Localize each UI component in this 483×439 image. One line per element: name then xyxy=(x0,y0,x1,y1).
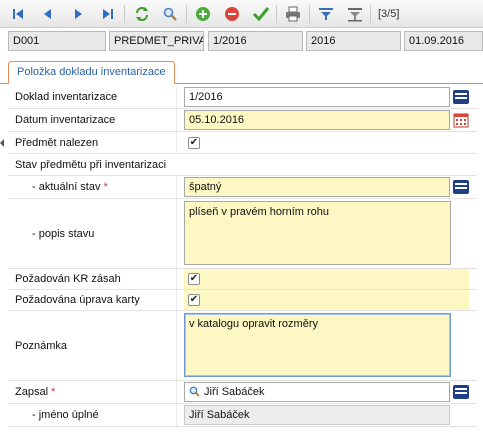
jmeno-uplne-field: Jiří Sabáček xyxy=(184,405,450,425)
print-icon[interactable] xyxy=(283,4,303,24)
label-nalezen: Předmět nalezen xyxy=(15,137,99,149)
doklad-field[interactable]: 1/2016 xyxy=(184,87,450,107)
label-kr-zasah: Požadován KR zásah xyxy=(15,273,121,285)
confirm-icon[interactable] xyxy=(251,4,271,24)
column-divider xyxy=(176,109,177,131)
info-date: 01.09.2016 xyxy=(404,31,483,51)
label-jmeno-uplne: - jméno úplné xyxy=(32,409,99,421)
required-mark: * xyxy=(103,181,108,193)
poznamka-textarea[interactable]: v katalogu opravit rozměry xyxy=(184,313,451,377)
row-section-title: Stav předmětu při inventarizaci xyxy=(8,154,477,176)
toolbar-separator xyxy=(370,5,371,23)
lookup-list-icon[interactable] xyxy=(452,178,470,196)
label-popis-stavu: - popis stavu xyxy=(32,228,95,240)
info-subject: PREDMET_PRIVA xyxy=(109,31,204,51)
lookup-list-icon[interactable] xyxy=(452,383,470,401)
previous-record-icon[interactable] xyxy=(38,4,58,24)
row-nalezen: Předmět nalezen ✔ xyxy=(8,132,477,154)
info-code: D001 xyxy=(8,31,106,51)
delete-icon[interactable] xyxy=(222,4,242,24)
label-zapsal: Zapsal * xyxy=(15,386,55,398)
column-divider xyxy=(176,290,177,310)
toolbar-separator xyxy=(309,5,310,23)
column-divider xyxy=(176,404,177,426)
uprava-karty-checkbox[interactable]: ✔ xyxy=(188,294,200,306)
required-band xyxy=(184,290,469,310)
tab-strip: Položka dokladu inventarizace xyxy=(0,58,483,84)
label-uprava-karty: Požadována úprava karty xyxy=(15,294,140,306)
search-icon xyxy=(189,385,200,401)
required-band xyxy=(184,269,469,289)
lookup-list-icon[interactable] xyxy=(452,88,470,106)
required-mark: * xyxy=(51,386,56,398)
next-record-icon[interactable] xyxy=(68,4,88,24)
row-zapsal: Zapsal * Jiří Sabáček xyxy=(8,381,477,404)
search-icon[interactable] xyxy=(160,4,180,24)
record-position: [3/5] xyxy=(378,8,400,20)
filter-clear-icon[interactable] xyxy=(345,4,365,24)
last-record-icon[interactable] xyxy=(98,4,118,24)
column-divider xyxy=(176,311,177,380)
column-divider xyxy=(176,132,177,153)
column-divider xyxy=(176,86,177,108)
label-datum: Datum inventarizace xyxy=(15,114,116,126)
calendar-icon[interactable] xyxy=(452,111,470,129)
aktualni-stav-field[interactable]: špatný xyxy=(184,177,450,197)
info-document: 1/2016 xyxy=(208,31,303,51)
row-aktualni-stav: - aktuální stav * špatný xyxy=(8,176,477,199)
label-doklad: Doklad inventarizace xyxy=(15,91,118,103)
info-year: 2016 xyxy=(306,31,401,51)
side-collapse-icon[interactable] xyxy=(0,138,4,147)
row-doklad: Doklad inventarizace 1/2016 xyxy=(8,86,477,109)
row-jmeno-uplne: - jméno úplné Jiří Sabáček xyxy=(8,404,477,427)
label-zapsal-text: Zapsal xyxy=(15,386,49,398)
column-divider xyxy=(176,176,177,198)
section-title: Stav předmětu při inventarizaci xyxy=(15,159,167,171)
label-aktualni-stav-text: - aktuální stav xyxy=(32,181,101,193)
column-divider xyxy=(176,269,177,289)
toolbar: [3/5] xyxy=(0,0,483,28)
add-icon[interactable] xyxy=(193,4,213,24)
filter-icon[interactable] xyxy=(316,4,336,24)
zapsal-value: Jiří Sabáček xyxy=(204,386,265,398)
datum-field[interactable]: 05.10.2016 xyxy=(184,110,450,130)
record-info-bar: D001 PREDMET_PRIVA 1/2016 2016 01.09.201… xyxy=(0,29,483,55)
zapsal-field[interactable]: Jiří Sabáček xyxy=(184,382,450,402)
toolbar-separator xyxy=(186,5,187,23)
label-aktualni-stav: - aktuální stav * xyxy=(32,181,108,193)
refresh-icon[interactable] xyxy=(132,4,152,24)
column-divider xyxy=(176,381,177,403)
popis-stavu-textarea[interactable]: plíseň v pravém horním rohu xyxy=(184,201,451,265)
kr-zasah-checkbox[interactable]: ✔ xyxy=(188,273,200,285)
first-record-icon[interactable] xyxy=(8,4,28,24)
row-poznamka: Poznámka v katalogu opravit rozměry xyxy=(8,311,477,381)
tab-polozka-dokladu[interactable]: Položka dokladu inventarizace xyxy=(8,61,175,84)
nalezen-checkbox[interactable]: ✔ xyxy=(188,137,200,149)
toolbar-separator xyxy=(124,5,125,23)
toolbar-separator xyxy=(276,5,277,23)
column-divider xyxy=(176,199,177,268)
row-popis-stavu: - popis stavu plíseň v pravém horním roh… xyxy=(8,199,477,269)
label-poznamka: Poznámka xyxy=(15,340,67,352)
row-uprava-karty: Požadována úprava karty ✔ xyxy=(8,290,477,311)
row-kr-zasah: Požadován KR zásah ✔ xyxy=(8,269,477,290)
row-datum: Datum inventarizace 05.10.2016 xyxy=(8,109,477,132)
